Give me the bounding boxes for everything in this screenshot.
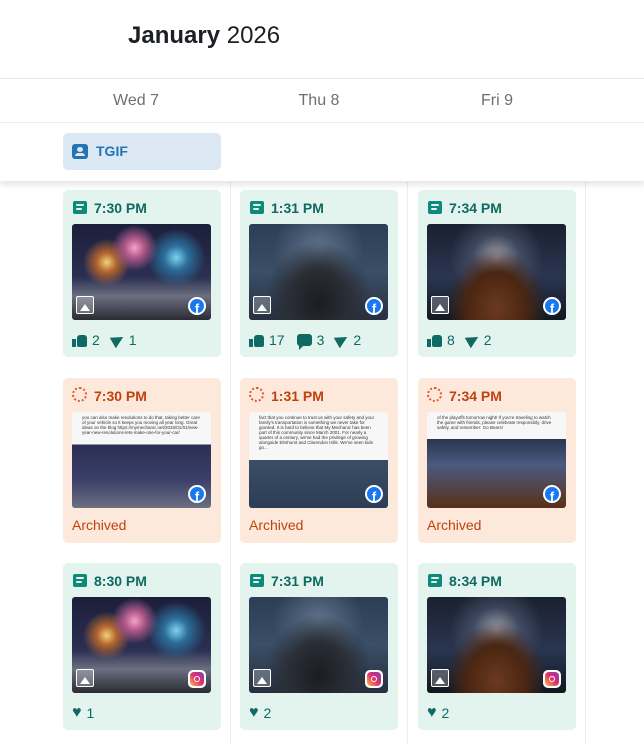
post-stats: ♥ 2 [427,704,461,722]
facebook-icon: f [543,297,561,316]
post-image-fireworks[interactable] [72,597,211,693]
post-image-fireworks[interactable]: f [72,224,211,320]
post-image-text-football[interactable]: of the playoffs tomorrow night! If you'r… [427,412,566,508]
likes-count: 17 [269,332,285,348]
post-time: 8:34 PM [449,573,502,589]
post-type-icon [428,201,442,214]
share-icon [464,331,481,349]
archived-label: Archived [249,517,304,533]
share-icon [334,331,351,349]
archived-status-icon [72,387,87,402]
image-gallery-icon [76,296,94,314]
heart-icon: ♥ [249,704,259,721]
facebook-icon: f [365,485,383,504]
instagram-icon [188,670,206,688]
image-gallery-icon [253,669,271,687]
archived-label: Archived [427,517,482,533]
post-image-text-thank-you[interactable]: fact that you continue to trust us with … [249,412,388,508]
post-type-icon [250,201,264,214]
thumbs-up-icon [427,334,442,347]
column-divider [585,182,586,744]
facebook-icon: f [188,485,206,504]
facebook-icon: f [543,485,561,504]
share-icon [109,331,126,349]
day-header-fri[interactable]: Fri 9 [427,92,567,110]
comments-count: 3 [316,332,325,348]
post-type-icon [73,574,87,587]
post-type-icon [73,201,87,214]
post-stats: ♥ 2 [249,704,283,722]
shares-count: 2 [483,332,492,348]
post-time: 7:30 PM [94,388,147,404]
calendar-header: January 2026 [0,0,644,79]
likes-count: 2 [92,332,100,348]
all-day-row: TGIF [0,123,644,181]
post-image-thank-you-car[interactable]: f [249,224,388,320]
post-caption-preview: of the playoffs tomorrow night! If you'r… [437,415,552,430]
post-type-icon [428,574,442,587]
archived-status-icon [249,387,264,402]
post-time: 7:31 PM [271,573,324,589]
comment-icon [296,334,312,350]
post-time: 7:34 PM [449,388,502,404]
post-time: 1:31 PM [271,388,324,404]
post-card-archived[interactable]: 1:31 PM fact that you continue to trust … [240,378,398,543]
day-header-row: Wed 7 Thu 8 Fri 9 [0,79,644,123]
archived-status-icon [427,387,442,402]
post-stats: 8 2 [427,331,504,349]
image-gallery-icon [253,296,271,314]
column-divider [230,182,231,744]
post-image-text-fireworks[interactable]: you can also make resolutions to do that… [72,412,211,508]
day-header-wed[interactable]: Wed 7 [66,92,206,110]
shares-count: 2 [353,332,362,348]
post-card[interactable]: 8:34 PM ♥ 2 [418,563,576,730]
post-card[interactable]: 7:34 PM f 8 2 [418,190,576,357]
post-image-football[interactable] [427,597,566,693]
post-stats: 2 1 [72,331,149,349]
day-header-thu[interactable]: Thu 8 [249,92,389,110]
facebook-icon: f [188,297,206,316]
thumbs-up-icon [72,334,87,347]
event-chip-tgif[interactable]: TGIF [63,133,221,170]
post-stats: 17 3 2 [249,331,373,350]
calendar-person-icon [72,144,88,159]
image-gallery-icon [431,669,449,687]
hearts-count: 1 [86,705,95,721]
image-gallery-icon [431,296,449,314]
post-caption-preview: fact that you continue to trust us with … [259,415,375,450]
post-image-football[interactable]: f [427,224,566,320]
post-time: 1:31 PM [271,200,324,216]
year-label: 2026 [226,22,281,49]
archived-label: Archived [72,517,127,533]
post-time: 7:30 PM [94,200,147,216]
post-image-thank-you-car[interactable] [249,597,388,693]
post-stats: ♥ 1 [72,704,106,722]
month-year-title: January 2026 [128,22,280,50]
event-label: TGIF [96,143,128,159]
post-card[interactable]: 7:31 PM ♥ 2 [240,563,398,730]
post-caption-preview: you can also make resolutions to do that… [82,415,200,435]
likes-count: 8 [447,332,455,348]
hearts-count: 2 [263,705,272,721]
post-card[interactable]: 1:31 PM f 17 3 2 [240,190,398,357]
post-card[interactable]: 8:30 PM ♥ 1 [63,563,221,730]
instagram-icon [543,670,561,688]
month-label: January [128,22,221,49]
column-divider [407,182,408,744]
calendar-grid: 7:30 PM f 2 1 1:31 PM f 17 3 2 7:34 PM f [0,182,644,744]
shares-count: 1 [128,332,137,348]
instagram-icon [365,670,383,688]
post-time: 7:34 PM [449,200,502,216]
post-type-icon [250,574,264,587]
heart-icon: ♥ [72,704,82,721]
heart-icon: ♥ [427,704,437,721]
post-card-archived[interactable]: 7:34 PM of the playoffs tomorrow night! … [418,378,576,543]
post-card[interactable]: 7:30 PM f 2 1 [63,190,221,357]
post-time: 8:30 PM [94,573,147,589]
facebook-icon: f [365,297,383,316]
thumbs-up-icon [249,334,264,347]
post-card-archived[interactable]: 7:30 PM you can also make resolutions to… [63,378,221,543]
image-gallery-icon [76,669,94,687]
hearts-count: 2 [441,705,450,721]
